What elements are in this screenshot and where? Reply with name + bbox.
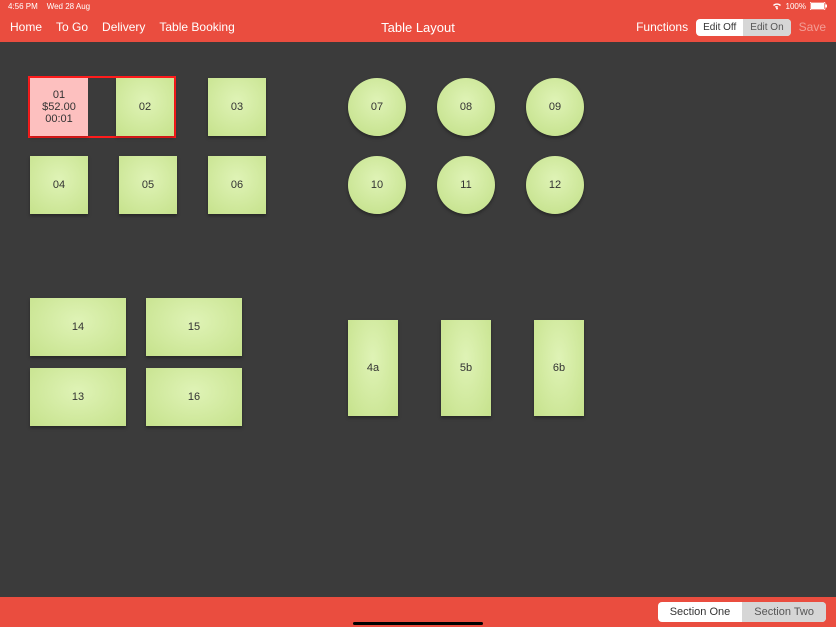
- table-09[interactable]: 09: [526, 78, 584, 136]
- table-12-label: 12: [549, 179, 561, 191]
- table-07[interactable]: 07: [348, 78, 406, 136]
- table-4a-label: 4a: [367, 362, 379, 374]
- nav-functions[interactable]: Functions: [636, 20, 688, 34]
- table-6b-label: 6b: [553, 362, 565, 374]
- table-02[interactable]: 02: [116, 78, 174, 136]
- table-11[interactable]: 11: [437, 156, 495, 214]
- table-14[interactable]: 14: [30, 298, 126, 356]
- table-09-label: 09: [549, 101, 561, 113]
- battery-icon: [810, 2, 828, 10]
- table-05-label: 05: [142, 179, 154, 191]
- table-01-label: 01: [53, 89, 65, 101]
- table-13[interactable]: 13: [30, 368, 126, 426]
- table-13-label: 13: [72, 391, 84, 403]
- table-03[interactable]: 03: [208, 78, 266, 136]
- table-07-label: 07: [371, 101, 383, 113]
- table-06[interactable]: 06: [208, 156, 266, 214]
- status-time-date: 4:56 PM Wed 28 Aug: [8, 2, 90, 11]
- save-button[interactable]: Save: [799, 20, 826, 34]
- nav-booking[interactable]: Table Booking: [159, 20, 234, 34]
- nav-home[interactable]: Home: [10, 20, 42, 34]
- nav-bar: Home To Go Delivery Table Booking Table …: [0, 12, 836, 42]
- table-selection-group[interactable]: 01 $52.00 00:01 02: [28, 76, 176, 138]
- table-06-label: 06: [231, 179, 243, 191]
- table-6b[interactable]: 6b: [534, 320, 584, 416]
- table-16[interactable]: 16: [146, 368, 242, 426]
- table-01-elapsed: 00:01: [45, 113, 73, 125]
- table-10[interactable]: 10: [348, 156, 406, 214]
- nav-delivery[interactable]: Delivery: [102, 20, 145, 34]
- status-date: Wed 28 Aug: [47, 2, 90, 11]
- selection-gap: [88, 78, 116, 136]
- table-canvas[interactable]: 01 $52.00 00:01 02 03 04 05 06 07 08 09 …: [0, 42, 836, 597]
- table-10-label: 10: [371, 179, 383, 191]
- table-12[interactable]: 12: [526, 156, 584, 214]
- nav-left: Home To Go Delivery Table Booking: [10, 20, 235, 34]
- edit-mode-toggle: Edit Off Edit On: [696, 19, 791, 36]
- table-04[interactable]: 04: [30, 156, 88, 214]
- table-02-label: 02: [139, 101, 151, 113]
- table-01-amount: $52.00: [42, 101, 76, 113]
- section-toggle: Section One Section Two: [658, 602, 826, 622]
- section-two-button[interactable]: Section Two: [742, 602, 826, 622]
- table-4a[interactable]: 4a: [348, 320, 398, 416]
- table-11-label: 11: [460, 179, 471, 191]
- edit-on-button[interactable]: Edit On: [743, 19, 790, 36]
- table-05[interactable]: 05: [119, 156, 177, 214]
- table-03-label: 03: [231, 101, 243, 113]
- table-01[interactable]: 01 $52.00 00:01: [30, 78, 88, 136]
- table-08[interactable]: 08: [437, 78, 495, 136]
- section-one-button[interactable]: Section One: [658, 602, 743, 622]
- status-bar: 4:56 PM Wed 28 Aug 100%: [0, 0, 836, 12]
- table-15[interactable]: 15: [146, 298, 242, 356]
- wifi-icon: [772, 2, 782, 10]
- status-battery-pct: 100%: [786, 2, 806, 11]
- status-time: 4:56 PM: [8, 2, 38, 11]
- bottom-bar: Section One Section Two: [0, 597, 836, 627]
- table-04-label: 04: [53, 179, 65, 191]
- table-08-label: 08: [460, 101, 472, 113]
- table-16-label: 16: [188, 391, 200, 403]
- table-15-label: 15: [188, 321, 200, 333]
- edit-off-button[interactable]: Edit Off: [696, 19, 743, 36]
- table-14-label: 14: [72, 321, 84, 333]
- nav-right: Functions Edit Off Edit On Save: [636, 19, 826, 36]
- home-indicator: [353, 622, 483, 625]
- table-5b[interactable]: 5b: [441, 320, 491, 416]
- status-right: 100%: [772, 2, 828, 11]
- nav-togo[interactable]: To Go: [56, 20, 88, 34]
- table-5b-label: 5b: [460, 362, 472, 374]
